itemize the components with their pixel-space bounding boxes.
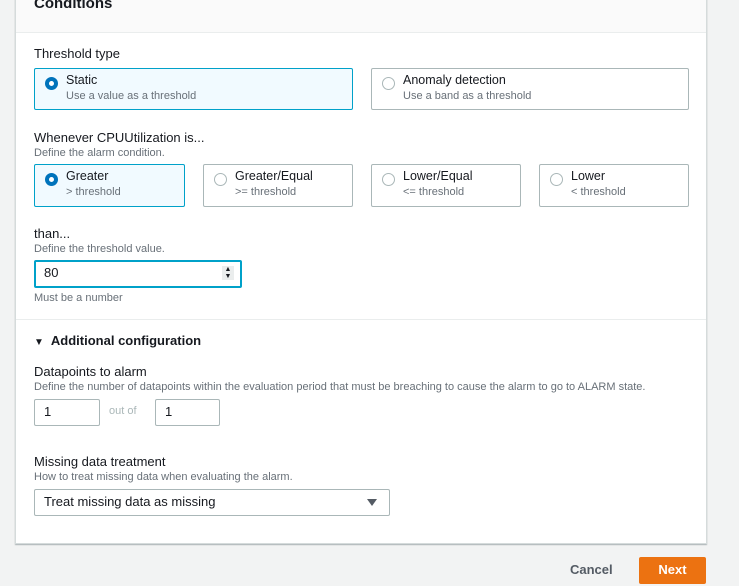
cancel-button[interactable]: Cancel [562, 560, 621, 579]
conditions-panel: Conditions Threshold type Static Use a v… [15, 0, 707, 544]
tile-subtitle: Use a value as a threshold [66, 90, 197, 102]
out-of-label: out of [109, 405, 137, 417]
panel-title: Conditions [34, 0, 113, 12]
tile-subtitle: < threshold [571, 186, 626, 198]
threshold-type-static-tile[interactable]: Static Use a value as a threshold [34, 68, 353, 110]
caret-down-icon: ▼ [34, 337, 44, 348]
tile-subtitle: <= threshold [403, 186, 465, 198]
threshold-value-input[interactable]: 80 ▲ ▼ [34, 260, 242, 288]
threshold-type-label: Threshold type [34, 46, 120, 61]
tile-title: Static [66, 73, 98, 87]
threshold-value-constraint: Must be a number [34, 292, 123, 304]
radio-unselected-icon[interactable] [382, 77, 395, 90]
tile-title: Anomaly detection [403, 73, 506, 87]
section-divider [16, 319, 706, 320]
condition-lower-equal-tile[interactable]: Lower/Equal <= threshold [371, 164, 521, 207]
threshold-value-label: than... [34, 226, 71, 241]
number-stepper-icon[interactable]: ▲ ▼ [222, 266, 234, 280]
missing-data-select[interactable]: Treat missing data as missing [34, 489, 390, 516]
tile-title: Greater [66, 169, 109, 183]
tile-subtitle: Use a band as a threshold [403, 90, 532, 102]
datapoints-to-alarm-input[interactable]: 1 [34, 399, 100, 426]
threshold-value-text: 80 [44, 265, 59, 280]
condition-greater-equal-tile[interactable]: Greater/Equal >= threshold [203, 164, 353, 207]
datapoints-label: Datapoints to alarm [34, 364, 147, 379]
tile-subtitle: > threshold [66, 186, 121, 198]
evaluation-periods-value: 1 [165, 404, 173, 419]
condition-greater-tile[interactable]: Greater > threshold [34, 164, 185, 207]
missing-data-description: How to treat missing data when evaluatin… [34, 471, 293, 483]
missing-data-label: Missing data treatment [34, 454, 166, 469]
tile-subtitle: >= threshold [235, 186, 297, 198]
datapoints-to-alarm-value: 1 [44, 404, 52, 419]
radio-selected-icon[interactable] [45, 173, 58, 186]
tile-title: Greater/Equal [235, 169, 313, 183]
radio-unselected-icon[interactable] [382, 173, 395, 186]
panel-header: Conditions [16, 0, 706, 33]
missing-data-selected-value: Treat missing data as missing [44, 494, 216, 509]
threshold-value-description: Define the threshold value. [34, 243, 165, 255]
radio-unselected-icon[interactable] [214, 173, 227, 186]
condition-lower-tile[interactable]: Lower < threshold [539, 164, 689, 207]
radio-selected-icon[interactable] [45, 77, 58, 90]
dropdown-arrow-icon [367, 499, 377, 506]
condition-description: Define the alarm condition. [34, 147, 165, 159]
additional-configuration-label: Additional configuration [50, 333, 202, 348]
tile-title: Lower [571, 169, 606, 183]
datapoints-description: Define the number of datapoints within t… [34, 381, 646, 393]
radio-unselected-icon[interactable] [550, 173, 563, 186]
next-button[interactable]: Next [639, 557, 706, 584]
additional-configuration-toggle[interactable]: ▼ Additional configuration [34, 333, 201, 348]
evaluation-periods-input[interactable]: 1 [155, 399, 220, 426]
threshold-type-anomaly-tile[interactable]: Anomaly detection Use a band as a thresh… [371, 68, 689, 110]
condition-label: Whenever CPUUtilization is... [34, 130, 205, 145]
tile-title: Lower/Equal [403, 169, 473, 183]
